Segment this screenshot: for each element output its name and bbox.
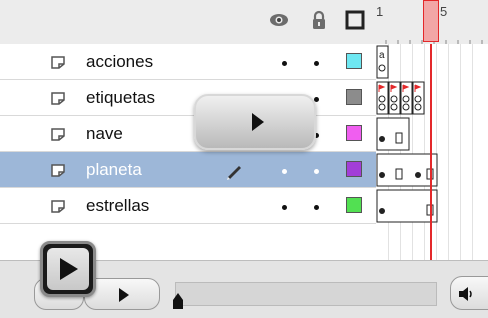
visibility-dot[interactable]	[282, 169, 287, 174]
layer-name[interactable]: estrellas	[86, 196, 149, 216]
timeline-frames[interactable]: a	[376, 44, 488, 260]
playhead-handle[interactable]	[423, 0, 439, 42]
svg-text:a: a	[379, 50, 385, 61]
main-play-button-face	[47, 248, 89, 290]
pencil-icon	[227, 166, 241, 180]
visibility-dot[interactable]	[282, 61, 287, 66]
play-icon	[60, 258, 78, 280]
layer-icon	[51, 56, 65, 69]
eye-icon[interactable]	[268, 9, 290, 31]
lock-dot[interactable]	[314, 61, 319, 66]
layer-row-nave[interactable]: nave	[0, 116, 376, 152]
timeline-header: 1 5	[0, 0, 488, 44]
layer-color-box[interactable]	[346, 89, 362, 105]
layer-list: acciones etiquetas nave planeta estrella…	[0, 44, 376, 224]
layer-icon	[51, 200, 65, 213]
lock-icon[interactable]	[308, 9, 330, 31]
speaker-icon	[459, 287, 472, 301]
overlay-play-button[interactable]	[194, 94, 316, 150]
layer-row-planeta[interactable]: planeta	[0, 152, 376, 188]
outline-icon[interactable]	[344, 9, 366, 31]
layer-name[interactable]: acciones	[86, 52, 153, 72]
layer-icon	[51, 128, 65, 141]
playback-slider-thumb[interactable]	[172, 292, 184, 310]
playhead-line	[430, 44, 432, 260]
frame-label-1: 1	[376, 4, 384, 19]
layer-color-box[interactable]	[346, 161, 362, 177]
layer-color-box[interactable]	[346, 197, 362, 213]
layer-icon	[51, 92, 65, 105]
play-icon	[119, 288, 129, 302]
playback-slider-track[interactable]	[175, 282, 437, 306]
layer-name[interactable]: nave	[86, 124, 123, 144]
layer-color-box[interactable]	[346, 53, 362, 69]
layer-color-box[interactable]	[346, 125, 362, 141]
main-play-button[interactable]	[40, 241, 96, 297]
volume-button[interactable]	[450, 276, 488, 310]
layer-row-acciones[interactable]: acciones	[0, 44, 376, 80]
frame-cells[interactable]: a	[376, 44, 488, 260]
play-icon	[252, 113, 264, 131]
frame-label-5: 5	[440, 4, 448, 19]
lock-dot[interactable]	[314, 169, 319, 174]
layer-row-estrellas[interactable]: estrellas	[0, 188, 376, 224]
visibility-dot[interactable]	[282, 205, 287, 210]
lock-dot[interactable]	[314, 205, 319, 210]
layer-name[interactable]: etiquetas	[86, 88, 155, 108]
layer-icon	[51, 164, 65, 177]
layer-row-etiquetas[interactable]: etiquetas	[0, 80, 376, 116]
layer-name[interactable]: planeta	[86, 160, 142, 180]
